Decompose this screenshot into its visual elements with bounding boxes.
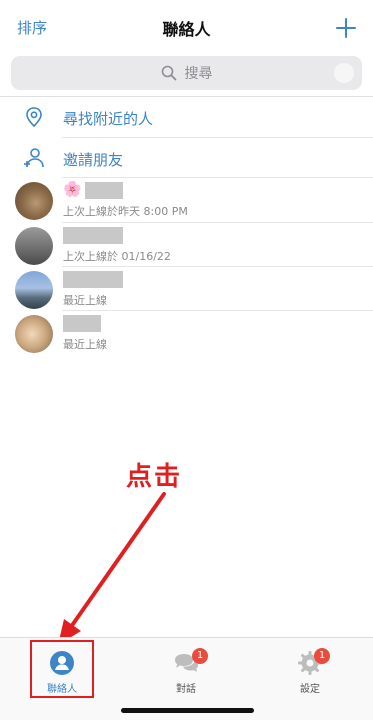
annotation-highlight-box — [30, 640, 94, 698]
contact-name-redacted — [85, 182, 123, 199]
contact-status: 最近上線 — [63, 338, 107, 351]
annotation-text: 点击 — [126, 462, 183, 492]
find-nearby-label: 尋找附近的人 — [63, 110, 154, 128]
find-nearby-button[interactable]: 尋找附近的人 — [0, 98, 373, 136]
home-indicator — [121, 708, 254, 713]
tab-chats[interactable]: 1 對話 — [146, 638, 226, 698]
avatar — [15, 182, 53, 220]
contact-name-redacted — [63, 315, 101, 332]
avatar — [15, 315, 53, 353]
contact-name-redacted — [63, 271, 123, 288]
tab-settings-label: 設定 — [300, 684, 320, 695]
contact-row[interactable]: 🌸 上次上線於昨天 8:00 PM — [0, 178, 373, 222]
plus-icon[interactable] — [336, 18, 356, 38]
contact-row[interactable]: 最近上線 — [0, 267, 373, 311]
contact-status: 上次上線於昨天 8:00 PM — [63, 205, 188, 218]
avatar — [15, 227, 53, 265]
add-person-icon — [24, 148, 44, 168]
page-title: 聯絡人 — [162, 20, 211, 39]
contact-row[interactable]: 上次上線於 01/16/22 — [0, 223, 373, 267]
tab-settings[interactable]: 1 設定 — [270, 638, 350, 698]
avatar — [15, 271, 53, 309]
invite-friends-button[interactable]: 邀請朋友 — [0, 139, 373, 177]
contact-name-redacted — [63, 227, 123, 244]
search-decoration — [334, 63, 354, 83]
contact-row[interactable]: 最近上線 — [0, 311, 373, 355]
divider — [0, 96, 373, 97]
search-input[interactable]: 搜尋 — [11, 56, 362, 90]
nav-bar: 排序 聯絡人 — [0, 0, 373, 50]
search-icon — [161, 65, 176, 81]
search-placeholder: 搜尋 — [184, 66, 213, 82]
location-pin-icon — [26, 107, 42, 128]
divider — [62, 137, 373, 138]
name-flower: 🌸 — [63, 180, 82, 198]
chats-badge: 1 — [192, 648, 208, 664]
settings-badge: 1 — [314, 648, 330, 664]
invite-friends-label: 邀請朋友 — [63, 151, 124, 169]
contact-status: 上次上線於 01/16/22 — [63, 250, 171, 263]
contact-status: 最近上線 — [63, 294, 107, 307]
tab-chats-label: 對話 — [176, 684, 196, 695]
